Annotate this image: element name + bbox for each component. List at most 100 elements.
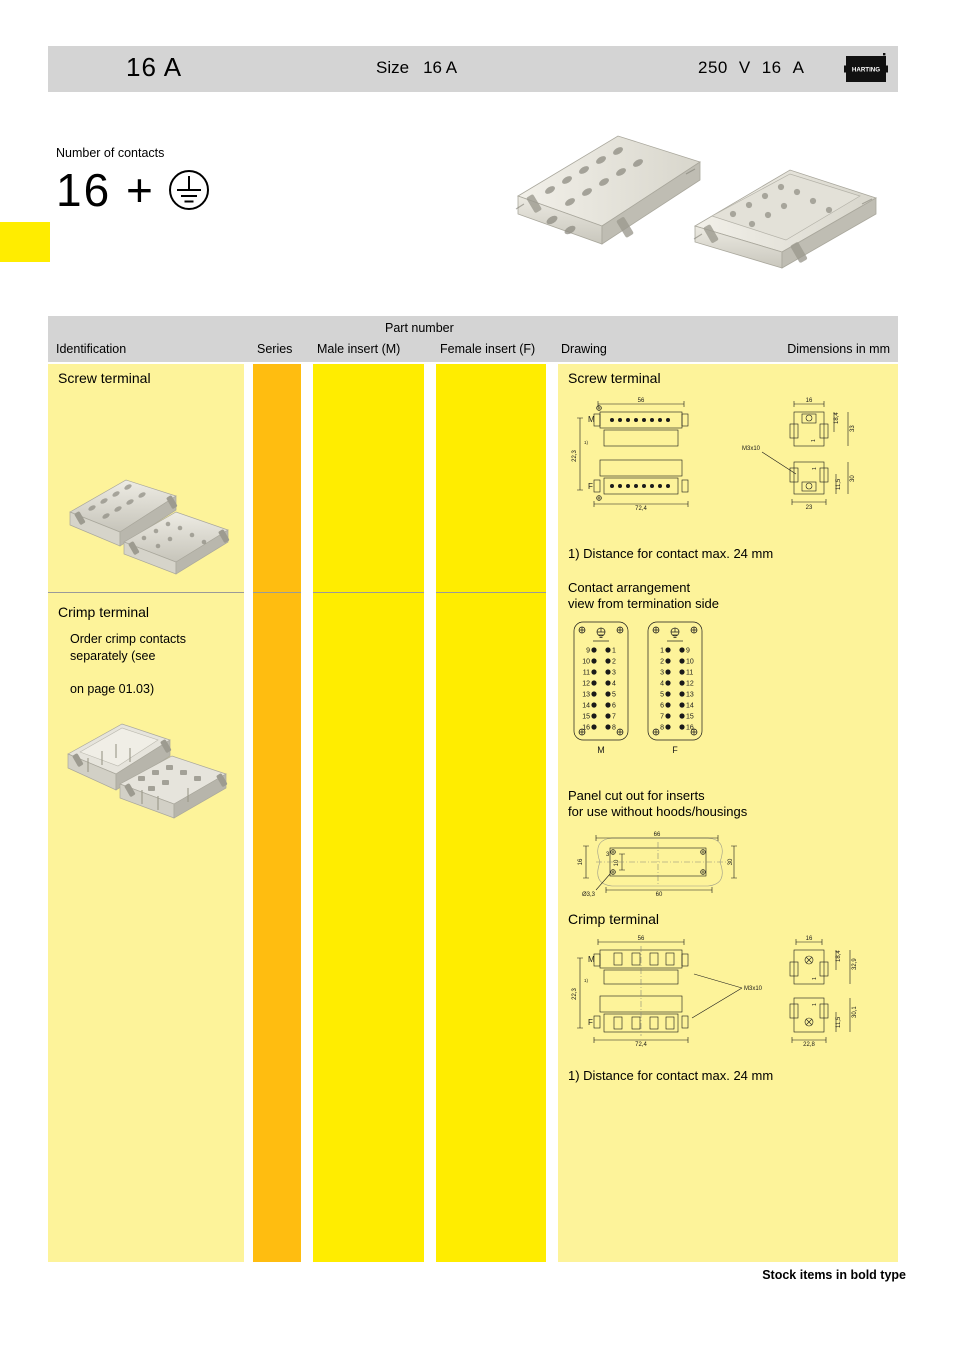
svg-text:15: 15: [686, 714, 694, 721]
drawing-label-male-screw: M: [588, 415, 595, 424]
dim-panel-height-left: 16: [578, 858, 584, 865]
svg-text:2: 2: [612, 659, 616, 666]
dim-panel-offset: 3: [606, 852, 610, 858]
arrangement-male-right-numbers: 1 2 3 4 5 6 7 8: [612, 648, 616, 732]
svg-text:12: 12: [582, 681, 590, 688]
svg-text:5: 5: [612, 692, 616, 699]
female-insert-photo: [693, 169, 877, 269]
svg-text:11: 11: [583, 670, 590, 677]
svg-text:8: 8: [660, 725, 664, 732]
svg-text:16: 16: [582, 725, 590, 732]
svg-text:14: 14: [686, 703, 694, 710]
svg-text:1: 1: [812, 467, 818, 470]
svg-text:4: 4: [612, 681, 616, 688]
header-rating: 16 A: [126, 52, 183, 82]
svg-text:3: 3: [612, 670, 616, 677]
dim-screw-h2: 33: [850, 425, 856, 432]
dim-panel-inner: 10: [614, 859, 620, 866]
drawing-label-male-crimp: M: [588, 955, 595, 964]
column-header-identification: Identification: [56, 342, 127, 356]
column-header-male-insert: Male insert (M): [317, 342, 401, 356]
svg-text:5: 5: [660, 692, 664, 699]
dim-screw-h5: 11,5: [836, 478, 842, 490]
earth-ground-icon: [167, 168, 211, 212]
dim-screw-thread: M3x10: [742, 446, 761, 452]
male-insert-column[interactable]: [313, 364, 424, 1262]
dim-crimp-h2: 32,9: [852, 958, 858, 970]
svg-text:6: 6: [660, 703, 664, 710]
dim-panel-width-top: 66: [654, 832, 661, 838]
harting-logo-text: HARTING: [852, 66, 880, 73]
dim-crimp-side-width-bottom: 22,8: [803, 1042, 815, 1048]
svg-text:1: 1: [660, 648, 664, 655]
svg-text:6: 6: [612, 703, 616, 710]
crimp-terminal-footnote: 1) Distance for contact max. 24 mm: [568, 1068, 774, 1083]
table-header: Part number Identification Series Male i…: [48, 316, 898, 362]
row-divider-female: [436, 592, 546, 593]
dim-panel-height-right: 30: [728, 858, 734, 865]
svg-text:14: 14: [582, 703, 590, 710]
svg-text:10: 10: [582, 659, 590, 666]
arrangement-female-pins: [665, 647, 685, 730]
page-header-bar: 16 A Size 16 A 250 V 16 A HARTING: [48, 46, 898, 92]
row-divider-series: [253, 592, 301, 593]
column-header-drawing: Drawing: [561, 342, 607, 356]
svg-text:8: 8: [612, 725, 616, 732]
harting-logo: HARTING: [842, 51, 890, 87]
crimp-terminal-drawing: 56 M 16 18,4 32,9 1 22,3 1) F 72,4 30,1 …: [566, 930, 896, 1070]
crimp-note-line-2: separately (see: [70, 649, 156, 663]
female-insert-column[interactable]: [436, 364, 546, 1262]
product-photo-group: [490, 118, 900, 269]
drawing-title-screw-terminal: Screw terminal: [568, 370, 661, 386]
arrangement-female-left-numbers: 1 2 3 4 5 6 7 8: [660, 648, 664, 732]
dim-crimp-width-bottom: 72,4: [635, 1042, 647, 1048]
dim-screw-side-width-bottom: 23: [806, 505, 813, 511]
arrangement-male-pins: [591, 647, 611, 730]
drawing-title-crimp-terminal: Crimp terminal: [568, 911, 660, 927]
dim-crimp-width-top: 56: [638, 936, 645, 942]
svg-text:16: 16: [686, 725, 694, 732]
dim-screw-h1: 18,4: [834, 412, 840, 424]
svg-text:1: 1: [812, 1003, 818, 1006]
dim-crimp-h3: 1: [812, 977, 818, 980]
panel-cutout-title-line-2: for use without hoods/housings: [568, 804, 748, 819]
dim-panel-hole: Ø3,3: [582, 892, 596, 898]
series-column[interactable]: [253, 364, 301, 1262]
svg-text:2: 2: [660, 659, 664, 666]
number-of-contacts-label: Number of contacts: [56, 146, 165, 160]
arrangement-female-label: F: [672, 745, 678, 755]
dim-screw-height-left: 22,3: [572, 450, 578, 462]
crimp-note-line-3[interactable]: on page 01.03): [70, 681, 154, 697]
number-of-contacts-value-group: 16 +: [56, 162, 211, 218]
row-divider-male: [313, 592, 424, 593]
dim-screw-side-width: 16: [806, 398, 813, 404]
screw-terminal-photo: [58, 470, 238, 580]
column-header-part-number: Part number: [385, 321, 454, 335]
arrangement-title-line-2: view from termination side: [568, 596, 719, 611]
svg-text:15: 15: [582, 714, 590, 721]
svg-text:1: 1: [612, 648, 616, 655]
page-tab-marker: [0, 222, 50, 262]
dim-crimp-h1: 18,4: [836, 950, 842, 962]
panel-cutout-title-line-1: Panel cut out for inserts: [568, 788, 705, 803]
drawing-label-female-crimp: F: [588, 1018, 593, 1027]
header-electrical-rating: 250 V 16 A: [698, 58, 815, 78]
header-size: Size 16 A: [376, 58, 457, 78]
header-current-unit: A: [792, 58, 805, 77]
number-of-contacts-value: 16 +: [56, 164, 155, 216]
dim-crimp-thread: M3x10: [744, 986, 763, 992]
svg-text:10: 10: [686, 659, 694, 666]
dim-screw-h3: 1: [811, 439, 817, 442]
svg-text:7: 7: [660, 714, 664, 721]
header-size-label: Size: [376, 58, 410, 77]
arrangement-male-left-numbers: 9 10 11 12 13 14 15 16: [582, 648, 590, 732]
svg-text:9: 9: [586, 648, 590, 655]
drawing-label-female-screw: F: [588, 482, 593, 491]
dim-crimp-side-width: 16: [806, 936, 813, 942]
dim-panel-width-bottom: 60: [656, 892, 663, 898]
dim-crimp-height-note: 1): [584, 978, 589, 983]
row-title-crimp-terminal: Crimp terminal: [58, 604, 150, 620]
dim-screw-h4: 30: [850, 475, 856, 482]
dim-crimp-h5: 11,5: [836, 1016, 842, 1028]
dim-crimp-height-left: 22,3: [572, 988, 578, 1000]
